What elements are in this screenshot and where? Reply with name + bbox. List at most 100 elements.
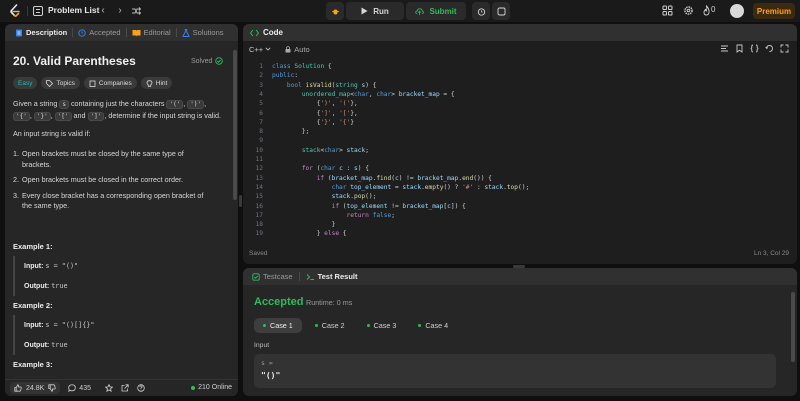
notes-button[interactable] xyxy=(492,2,510,20)
vertical-resize-handle[interactable] xyxy=(239,195,242,207)
line-number: 17 xyxy=(255,211,263,219)
debug-button[interactable] xyxy=(326,2,344,20)
example-2-box: Input: s = "()[]{}" Output: true xyxy=(13,315,223,355)
timer-button[interactable] xyxy=(472,2,490,20)
code-line: public: xyxy=(272,72,299,80)
like-count: 24.8K xyxy=(26,384,45,392)
language-select[interactable]: C++ xyxy=(249,45,271,54)
format-lines-icon[interactable] xyxy=(720,44,729,53)
code-line: } xyxy=(272,221,336,229)
inline-code: s xyxy=(59,100,69,109)
hint-label: Hint xyxy=(155,79,168,87)
run-button[interactable]: Run xyxy=(346,2,404,20)
pass-dot xyxy=(263,324,266,327)
tab-editorial[interactable]: Editorial xyxy=(127,24,176,41)
input-value: s = "()[]{}" xyxy=(45,321,95,329)
code-line: class Solution { xyxy=(272,63,332,70)
tab-solutions[interactable]: Solutions xyxy=(177,24,229,41)
thumbs-up-icon[interactable] xyxy=(14,384,22,392)
thumbs-down-icon[interactable] xyxy=(48,384,56,392)
comment-icon xyxy=(68,384,76,392)
case-1-tab[interactable]: Case 1 xyxy=(254,318,302,333)
line-number: 1 xyxy=(259,63,263,70)
line-number: 14 xyxy=(255,183,263,191)
fullscreen-icon[interactable] xyxy=(780,44,789,53)
solved-label: Solved xyxy=(191,57,213,65)
problem-actions-bar: 24.8K 435 210 Online xyxy=(5,379,238,396)
input-section-label: Input xyxy=(254,342,270,349)
difficulty-badge: Easy xyxy=(13,77,38,89)
reset-icon[interactable] xyxy=(765,44,774,53)
case-3-tab[interactable]: Case 3 xyxy=(358,318,406,333)
result-tab-bar: Testcase Test Result xyxy=(243,268,797,285)
shuffle-icon[interactable] xyxy=(131,6,141,16)
code-line: unordered_map<char, char> bracket_map = … xyxy=(301,90,455,98)
code-toolbar: C++ Auto xyxy=(243,41,797,57)
run-submit-group: Run Submit xyxy=(326,2,510,20)
list-icon[interactable] xyxy=(33,6,43,16)
desc-text: , determine if the input string is valid… xyxy=(104,110,222,120)
output-value: true xyxy=(51,341,68,349)
tab-testcase-label: Testcase xyxy=(263,272,293,281)
tab-test-result[interactable]: Test Result xyxy=(302,272,362,281)
top-bar: Problem List ‹ › Run Submit 0 Premium xyxy=(0,0,800,22)
help-button[interactable] xyxy=(137,384,145,392)
auto-mode-toggle[interactable]: Auto xyxy=(285,45,310,54)
case-2-tab[interactable]: Case 2 xyxy=(306,318,354,333)
share-button[interactable] xyxy=(121,384,129,392)
output-label: Output: xyxy=(24,283,50,290)
premium-button[interactable]: Premium xyxy=(753,3,795,19)
tab-accepted[interactable]: Accepted xyxy=(73,24,125,41)
line-number: 4 xyxy=(259,90,263,98)
topics-tag[interactable]: Topics xyxy=(41,77,80,89)
code-line: stack.pop(); xyxy=(331,193,377,201)
submit-button[interactable]: Submit xyxy=(406,2,466,20)
condition-list: 1. Open brackets must be closed by the sa… xyxy=(13,149,213,212)
flask-icon xyxy=(182,28,190,37)
tab-description[interactable]: Description xyxy=(10,24,72,41)
tab-description-label: Description xyxy=(26,28,68,37)
list-item: 1. Open brackets must be closed by the sa… xyxy=(13,149,213,170)
comments-button[interactable]: 435 xyxy=(68,384,91,392)
code-line: {']', '['}, xyxy=(272,109,358,117)
case-4-tab[interactable]: Case 4 xyxy=(409,318,457,333)
bookmark-icon[interactable] xyxy=(735,44,744,53)
description-scrollbar[interactable] xyxy=(233,50,237,200)
line-number: 19 xyxy=(255,230,263,238)
example-3-title: Example 3: xyxy=(13,360,53,369)
hint-tag[interactable]: Hint xyxy=(140,77,173,89)
code-editor[interactable]: 1 class Solution { 2 public: 3 bool isVa… xyxy=(243,62,797,240)
tab-testcase[interactable]: Testcase xyxy=(248,272,297,281)
layout-grid-icon[interactable] xyxy=(662,5,673,16)
line-number: 8 xyxy=(259,128,263,136)
leetcode-logo-icon[interactable] xyxy=(9,4,21,18)
line-number: 11 xyxy=(255,156,263,163)
lock-icon xyxy=(285,45,291,52)
result-scrollbar[interactable] xyxy=(791,292,795,362)
user-avatar[interactable] xyxy=(730,4,744,18)
editor-actions xyxy=(720,44,789,53)
companies-label: Companies xyxy=(98,79,132,87)
braces-icon[interactable] xyxy=(750,44,759,53)
check-circle-icon xyxy=(215,57,224,65)
example-1-input: Input: s = "()" xyxy=(24,256,223,276)
runtime-label: Runtime: 0 ms xyxy=(306,298,353,307)
example-2-input: Input: s = "()[]{}" xyxy=(24,315,223,335)
prev-problem-icon[interactable]: ‹ xyxy=(97,4,109,18)
code-line: if (top_element != bracket_map[c]) { xyxy=(331,202,466,210)
problem-list-link[interactable]: Problem List xyxy=(48,5,99,15)
divider xyxy=(27,6,28,16)
code-line: bool isValid(string s) { xyxy=(286,81,377,89)
settings-gear-icon[interactable] xyxy=(683,5,694,16)
fire-icon[interactable] xyxy=(703,5,710,16)
comment-count: 435 xyxy=(79,384,91,392)
companies-tag[interactable]: Companies xyxy=(83,77,137,89)
next-problem-icon[interactable]: › xyxy=(114,4,126,18)
tag-icon xyxy=(46,79,54,87)
problem-title: 20. Valid Parentheses xyxy=(13,54,136,68)
favorite-button[interactable] xyxy=(104,384,113,392)
code-line: {'}', '{'} xyxy=(272,118,354,126)
line-number: 18 xyxy=(255,221,263,229)
inline-code: ']' xyxy=(87,111,105,121)
pass-dot xyxy=(366,324,370,327)
